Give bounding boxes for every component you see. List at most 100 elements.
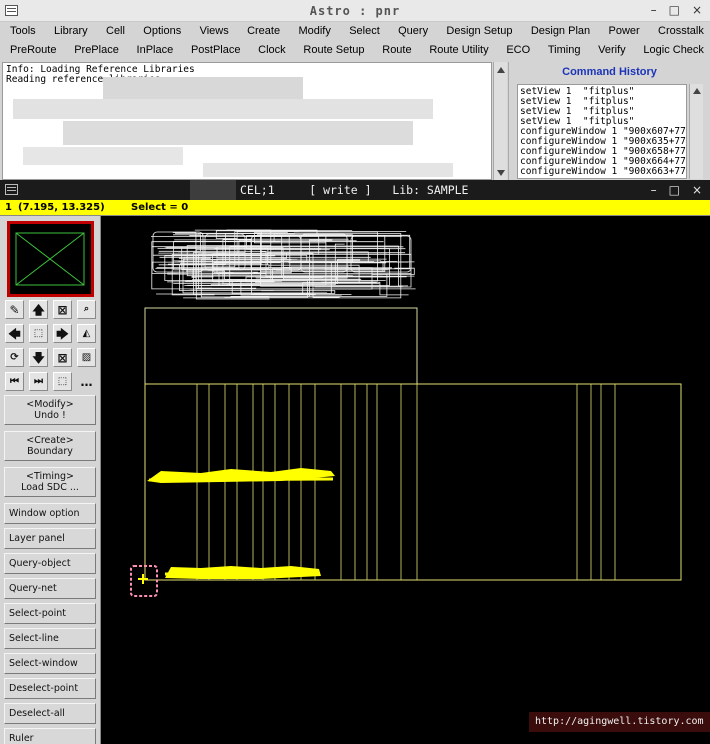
select-point-button[interactable]: Select-point bbox=[4, 603, 96, 624]
layout-canvas[interactable] bbox=[101, 216, 710, 744]
scroll-down-icon[interactable] bbox=[497, 170, 505, 176]
window-menu-icon[interactable] bbox=[5, 184, 18, 195]
redacted-region bbox=[203, 163, 453, 177]
menu-clock[interactable]: Clock bbox=[258, 41, 286, 59]
menu-design-plan[interactable]: Design Plan bbox=[531, 22, 590, 40]
scroll-up-icon[interactable] bbox=[497, 67, 505, 73]
timing-load-sdc-button[interactable]: <Timing> Load SDC ... bbox=[4, 467, 96, 497]
menu-query[interactable]: Query bbox=[398, 22, 428, 40]
zoom-area-icon[interactable]: ⬚ bbox=[29, 324, 48, 343]
menu-inplace[interactable]: InPlace bbox=[137, 41, 174, 59]
window-title: Astro : pnr bbox=[309, 4, 401, 18]
window-option-button[interactable]: Window option bbox=[4, 503, 96, 524]
menu-postplace[interactable]: PostPlace bbox=[191, 41, 241, 59]
menu-bar-primary: Tools Library Cell Options Views Create Modify… bbox=[0, 22, 710, 40]
menu-options[interactable]: Options bbox=[143, 22, 181, 40]
menu-verify[interactable]: Verify bbox=[598, 41, 626, 59]
menu-design-setup[interactable]: Design Setup bbox=[446, 22, 512, 40]
std-cell-row bbox=[164, 566, 321, 579]
maximize-button[interactable]: □ bbox=[669, 3, 680, 17]
refresh-icon[interactable]: ⟳ bbox=[5, 348, 24, 367]
menu-modify[interactable]: Modify bbox=[298, 22, 330, 40]
menu-views[interactable]: Views bbox=[200, 22, 229, 40]
zoom-out-icon[interactable]: ◭ bbox=[77, 324, 96, 343]
edit-icon[interactable]: ✎ bbox=[5, 300, 24, 319]
menu-preplace[interactable]: PrePlace bbox=[74, 41, 119, 59]
redacted-region bbox=[23, 147, 183, 165]
menu-route-setup[interactable]: Route Setup bbox=[303, 41, 364, 59]
main-title-bar: Astro : pnr – □ × bbox=[0, 0, 710, 22]
command-history-panel: Command History setView 1 "fitplus" setVi… bbox=[508, 62, 710, 180]
origin-marker bbox=[138, 574, 148, 584]
layout-window-title: CEL;1 [ write ] Lib: SAMPLE bbox=[240, 183, 469, 197]
select-line-button[interactable]: Select-line bbox=[4, 628, 96, 649]
std-cell-row bbox=[147, 468, 335, 483]
cursor-coordinates: (7.195, 13.325) bbox=[18, 202, 105, 213]
menu-preroute[interactable]: PreRoute bbox=[10, 41, 56, 59]
history-scrollbar[interactable] bbox=[689, 84, 703, 179]
menu-route[interactable]: Route bbox=[382, 41, 411, 59]
redacted-region bbox=[13, 99, 433, 119]
more-icon[interactable]: … bbox=[77, 372, 96, 391]
placement-columns bbox=[196, 384, 616, 580]
deselect-point-button[interactable]: Deselect-point bbox=[4, 678, 96, 699]
log-scrollbar[interactable] bbox=[493, 62, 507, 180]
scroll-up-icon[interactable] bbox=[693, 88, 701, 94]
zoom-window-icon[interactable]: ⊠ bbox=[53, 348, 72, 367]
ruler-button[interactable]: Ruler bbox=[4, 728, 96, 744]
pan-right-icon[interactable]: 🡆 bbox=[53, 324, 72, 343]
layout-drawing bbox=[130, 229, 682, 597]
minimize-button[interactable]: – bbox=[651, 183, 657, 197]
modify-undo-button[interactable]: <Modify> Undo ! bbox=[4, 395, 96, 425]
window-controls: – □ × bbox=[651, 3, 702, 17]
menu-crosstalk[interactable]: Crosstalk bbox=[658, 22, 704, 40]
log-output[interactable]: Info: Loading Reference Libraries Readin… bbox=[2, 62, 492, 180]
command-history-list[interactable]: setView 1 "fitplus" setView 1 "fitplus" se… bbox=[517, 84, 687, 179]
pan-down-icon[interactable]: 🡇 bbox=[29, 348, 48, 367]
menu-bar-secondary: PreRoute PrePlace InPlace PostPlace Clock Rou… bbox=[0, 41, 710, 59]
history-entry[interactable]: configureWindow 1 "900x663+776 bbox=[520, 167, 686, 177]
fill-pattern-icon[interactable]: ▨ bbox=[77, 348, 96, 367]
menu-power[interactable]: Power bbox=[608, 22, 639, 40]
minimize-button[interactable]: – bbox=[651, 3, 657, 17]
block-outline bbox=[144, 307, 418, 385]
window-id: 1 bbox=[5, 202, 12, 213]
close-button[interactable]: × bbox=[692, 3, 702, 17]
watermark-text: http://agingwell.tistory.com bbox=[529, 712, 710, 732]
menu-cell[interactable]: Cell bbox=[106, 22, 125, 40]
pan-up-icon[interactable]: 🡅 bbox=[29, 300, 48, 319]
select-window-button[interactable]: Select-window bbox=[4, 653, 96, 674]
close-button[interactable]: × bbox=[692, 183, 702, 197]
zoom-fit-icon[interactable]: ⊠ bbox=[53, 300, 72, 319]
maximize-button[interactable]: □ bbox=[669, 183, 680, 197]
redacted-region bbox=[190, 180, 236, 200]
selection-count: Select = 0 bbox=[131, 202, 189, 213]
deselect-all-button[interactable]: Deselect-all bbox=[4, 703, 96, 724]
routed-macro bbox=[151, 229, 416, 300]
overview-window[interactable] bbox=[7, 221, 94, 297]
query-net-button[interactable]: Query-net bbox=[4, 578, 96, 599]
menu-select[interactable]: Select bbox=[349, 22, 380, 40]
zoom-in-icon[interactable]: ⌕ bbox=[77, 300, 96, 319]
query-object-button[interactable]: Query-object bbox=[4, 553, 96, 574]
menu-route-utility[interactable]: Route Utility bbox=[429, 41, 488, 59]
tool-panel: ✎ 🡅 ⊠ ⌕ 🡄 ⬚ 🡆 ◭ ⟳ 🡇 ⊠ ▨ ⏮ ⏭ ⬚ … <Modify>… bbox=[0, 216, 101, 744]
redacted-region bbox=[63, 121, 413, 145]
menu-tools[interactable]: Tools bbox=[10, 22, 36, 40]
status-bar: 1 (7.195, 13.325) Select = 0 bbox=[0, 200, 710, 216]
menu-logic-check[interactable]: Logic Check bbox=[643, 41, 704, 59]
layout-window-title-bar: CEL;1 [ write ] Lib: SAMPLE – □ × bbox=[0, 180, 710, 200]
next-view-icon[interactable]: ⏭ bbox=[29, 372, 48, 391]
create-boundary-button[interactable]: <Create> Boundary bbox=[4, 431, 96, 461]
overview-map bbox=[15, 232, 85, 286]
previous-view-icon[interactable]: ⏮ bbox=[5, 372, 24, 391]
menu-create[interactable]: Create bbox=[247, 22, 280, 40]
command-history-title: Command History bbox=[562, 66, 657, 78]
pan-left-icon[interactable]: 🡄 bbox=[5, 324, 24, 343]
menu-library[interactable]: Library bbox=[54, 22, 88, 40]
layout-window-controls: – □ × bbox=[651, 183, 702, 197]
select-box-icon[interactable]: ⬚ bbox=[53, 372, 72, 391]
layer-panel-button[interactable]: Layer panel bbox=[4, 528, 96, 549]
menu-timing[interactable]: Timing bbox=[548, 41, 581, 59]
menu-eco[interactable]: ECO bbox=[506, 41, 530, 59]
